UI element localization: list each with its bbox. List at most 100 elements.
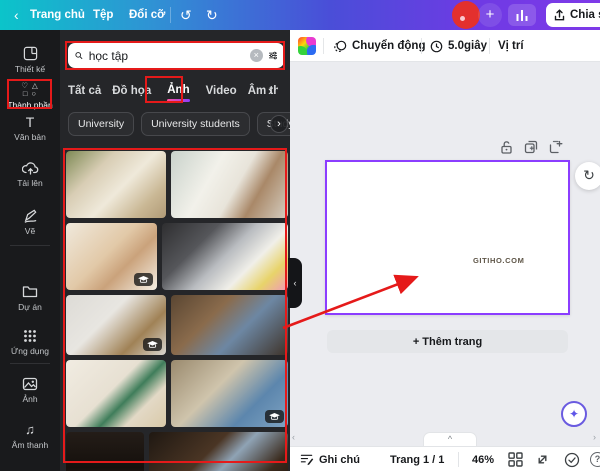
chip-university[interactable]: University (68, 112, 135, 136)
sidebar-item-label: Ảnh (22, 394, 38, 404)
share-upload-icon (554, 9, 565, 21)
menu-resize[interactable]: Đổi cỡ (129, 0, 165, 30)
undo-icon[interactable]: ↺ (180, 0, 192, 30)
photo-thumbnail-dark-lamp-room[interactable] (66, 432, 144, 471)
suggestion-chips: University University students Studying (68, 112, 290, 136)
search-icon (75, 52, 83, 60)
sidebar-item-design[interactable]: Thiết kế (0, 46, 60, 74)
photo-thumbnail-open-books-writing[interactable] (66, 360, 166, 427)
status-bar: Ghi chú Trang 1 / 1 46% ? (290, 446, 600, 471)
apps-grid-icon (0, 328, 60, 344)
motion-icon (334, 40, 347, 52)
animate-button[interactable]: Chuyển động (333, 30, 425, 62)
photo-thumbnail-laptop-analytics-charts[interactable] (162, 223, 288, 290)
search-box[interactable]: × (68, 43, 284, 68)
chips-scroll-chevron-icon[interactable]: › (270, 115, 288, 133)
assistant-sparkle-button[interactable]: ✦ (561, 401, 587, 427)
regenerate-button[interactable]: ↻ (575, 162, 600, 190)
toolbar-divider (489, 38, 490, 54)
tab-photos[interactable]: Ảnh (162, 81, 194, 102)
add-page-button[interactable]: + Thêm trang (327, 330, 568, 353)
zoom-level[interactable]: 46% (472, 447, 494, 471)
duplicate-page-icon[interactable] (524, 140, 538, 154)
tab-graphics[interactable]: Đồ họa (112, 85, 151, 97)
bar-chart-icon (516, 10, 528, 21)
notes-button[interactable]: Ghi chú (300, 447, 360, 471)
recording-avatar[interactable] (452, 1, 480, 29)
insights-button[interactable] (508, 4, 536, 26)
context-toolbar: Chuyển động 5.0giây Vị trí (290, 30, 600, 62)
share-label: Chia sẻ (570, 9, 600, 21)
panel-collapse-handle[interactable]: ‹ (288, 258, 302, 308)
grid-view-icon (508, 452, 523, 467)
back-chevron-icon[interactable]: ‹ (14, 0, 19, 30)
sidebar-item-projects[interactable]: Dự án (0, 284, 60, 312)
tab-videos[interactable]: Video (206, 85, 237, 97)
topbar-divider (170, 7, 171, 23)
sidebar-item-uploads[interactable]: Tải lên (0, 160, 60, 188)
sidebar-separator (10, 245, 50, 246)
photo-thumbnail-late-night-computer[interactable] (148, 432, 288, 471)
photo-thumbnail-books-shelf-blue[interactable] (170, 360, 288, 427)
photo-thumbnail-books-stack-figure[interactable] (66, 295, 166, 355)
toolbar-divider (323, 38, 324, 54)
sidebar-item-label: Vẽ (24, 226, 36, 236)
photo-thumbnail-students-group-laptop[interactable] (170, 295, 288, 355)
watermark-text: GITIHO.COM (473, 256, 525, 265)
menu-file[interactable]: Tệp (93, 0, 113, 30)
education-badge-icon (134, 273, 154, 286)
sidebar-item-photos[interactable]: Ảnh (0, 376, 60, 404)
redo-icon[interactable]: ↻ (206, 0, 218, 30)
clock-icon (430, 40, 443, 52)
toolbar-divider (421, 38, 422, 54)
sidebar-item-label: Văn bản (14, 132, 46, 142)
chip-university-students[interactable]: University students (141, 112, 250, 136)
background-color-swatch[interactable] (298, 37, 316, 55)
search-input[interactable] (88, 48, 244, 63)
grid-view-button[interactable] (508, 447, 523, 471)
sidebar-item-audio[interactable]: ♫ Âm thanh (0, 422, 60, 450)
sidebar-item-label: Dự án (18, 302, 42, 312)
shapes-icon: ♡ △ □ ○ (0, 82, 60, 98)
sidebar-item-draw[interactable]: Vẽ (0, 208, 60, 236)
page-actions (500, 140, 563, 154)
animate-label: Chuyển động (352, 40, 426, 52)
filter-sliders-icon[interactable] (268, 49, 277, 62)
help-button[interactable]: ? (590, 447, 600, 471)
education-badge-icon (142, 338, 162, 351)
canvas-area: Chuyển động 5.0giây Vị trí GITIHO.COM ↻ … (290, 30, 600, 471)
statusbar-divider (458, 452, 459, 467)
tab-audio[interactable]: Âm thanh (248, 85, 278, 97)
share-button[interactable]: Chia sẻ (546, 3, 600, 27)
hscroll-left-arrow[interactable]: ‹ (292, 432, 295, 442)
unlock-icon[interactable] (500, 140, 513, 154)
add-page-icon[interactable] (549, 140, 563, 154)
duration-button[interactable]: 5.0giây (430, 30, 487, 62)
notes-icon (300, 454, 314, 466)
sidebar-item-elements[interactable]: ♡ △ □ ○ Thành phần (0, 82, 60, 111)
sidebar-item-label: Âm thanh (11, 440, 49, 450)
photo-thumbnail-studying-with-books[interactable] (66, 151, 166, 218)
design-page[interactable]: GITIHO.COM (325, 160, 570, 315)
saved-status-button[interactable] (564, 447, 580, 471)
sidebar-item-text[interactable]: T Văn bản (0, 114, 60, 142)
text-tool-icon: T (25, 114, 35, 130)
fullscreen-button[interactable] (536, 447, 549, 471)
position-button[interactable]: Vị trí (498, 30, 524, 62)
add-member-button[interactable]: + (478, 3, 502, 27)
elements-panel: × Tất cả Đồ họa Ảnh Video Âm thanh › Uni… (60, 30, 290, 471)
sidebar-item-label: Ứng dụng (11, 346, 49, 356)
music-note-icon: ♫ (25, 422, 35, 437)
menu-home[interactable]: Trang chủ (30, 0, 85, 30)
photo-thumbnail-hand-writing-pen[interactable] (66, 223, 158, 290)
timeline-collapse-pill[interactable]: ^ (423, 432, 477, 447)
clear-search-icon[interactable]: × (249, 49, 263, 62)
education-badge-icon (265, 410, 284, 423)
page-indicator: Trang 1 / 1 (390, 453, 445, 466)
photo-thumbnail-desk-coffee-notebook[interactable] (170, 151, 288, 218)
hscroll-right-arrow[interactable]: › (593, 432, 596, 442)
tabs-scroll-chevron-icon[interactable]: › (268, 83, 272, 98)
tab-all[interactable]: Tất cả (68, 85, 101, 97)
left-sidebar: Thiết kế ♡ △ □ ○ Thành phần T Văn bản Tả… (0, 30, 60, 471)
sidebar-item-apps[interactable]: Ứng dụng (0, 328, 60, 356)
